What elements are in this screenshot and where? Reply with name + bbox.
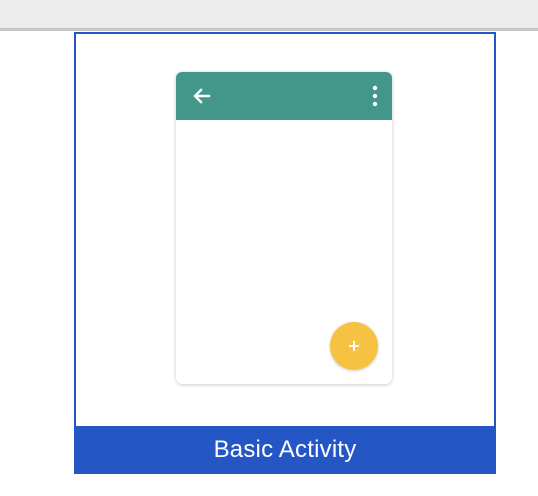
app-bar (176, 72, 392, 120)
template-name: Basic Activity (213, 436, 357, 463)
phone-preview: + (176, 72, 392, 384)
overflow-menu-icon (372, 85, 378, 107)
floating-action-button: + (330, 322, 378, 370)
back-arrow-icon (193, 88, 211, 104)
plus-icon: + (347, 336, 361, 355)
template-label-bar: Basic Activity (74, 426, 496, 474)
top-strip (0, 0, 538, 31)
template-card-basic-activity[interactable]: + Basic Activity (74, 32, 496, 474)
